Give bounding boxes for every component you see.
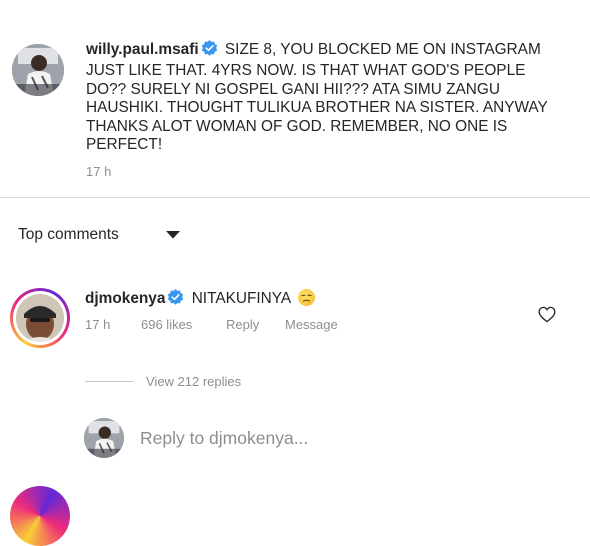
reply-button[interactable]: Reply [226,317,259,332]
post-caption: willy.paul.msafi SIZE 8, YOU BLOCKED ME … [12,34,582,197]
section-divider [0,197,590,198]
chevron-down-icon[interactable] [166,231,180,239]
post-time[interactable]: 17 h [86,164,111,179]
comment-text-line: djmokenya NITAKUFINYA [85,289,315,311]
comment-time[interactable]: 17 h [85,317,110,332]
comment-likes[interactable]: 696 likes [141,317,192,332]
post-caption-text: willy.paul.msafi SIZE 8, YOU BLOCKED ME … [86,40,556,154]
comment-author-username[interactable]: djmokenya [85,290,165,307]
heart-icon[interactable] [538,306,556,323]
story-ring[interactable] [10,288,70,348]
post-author-username[interactable]: willy.paul.msafi [86,41,199,58]
current-user-avatar [84,418,124,458]
replies-divider [85,381,133,382]
next-comment-avatar-ring [10,486,70,546]
comment-item: djmokenya NITAKUFINYA 17 h 696 likes Rep… [0,280,590,360]
post-author-avatar[interactable] [12,44,64,96]
comment-author-avatar[interactable] [16,294,64,342]
reply-input[interactable] [140,427,560,449]
verified-badge-icon [167,289,184,311]
comment-text: NITAKUFINYA [191,290,291,307]
view-replies-button[interactable]: View 212 replies [146,374,241,389]
message-button[interactable]: Message [285,317,338,332]
verified-badge-icon [201,40,218,62]
top-comments-dropdown[interactable]: Top comments [18,226,119,244]
emoji-unamused-icon [297,289,315,306]
